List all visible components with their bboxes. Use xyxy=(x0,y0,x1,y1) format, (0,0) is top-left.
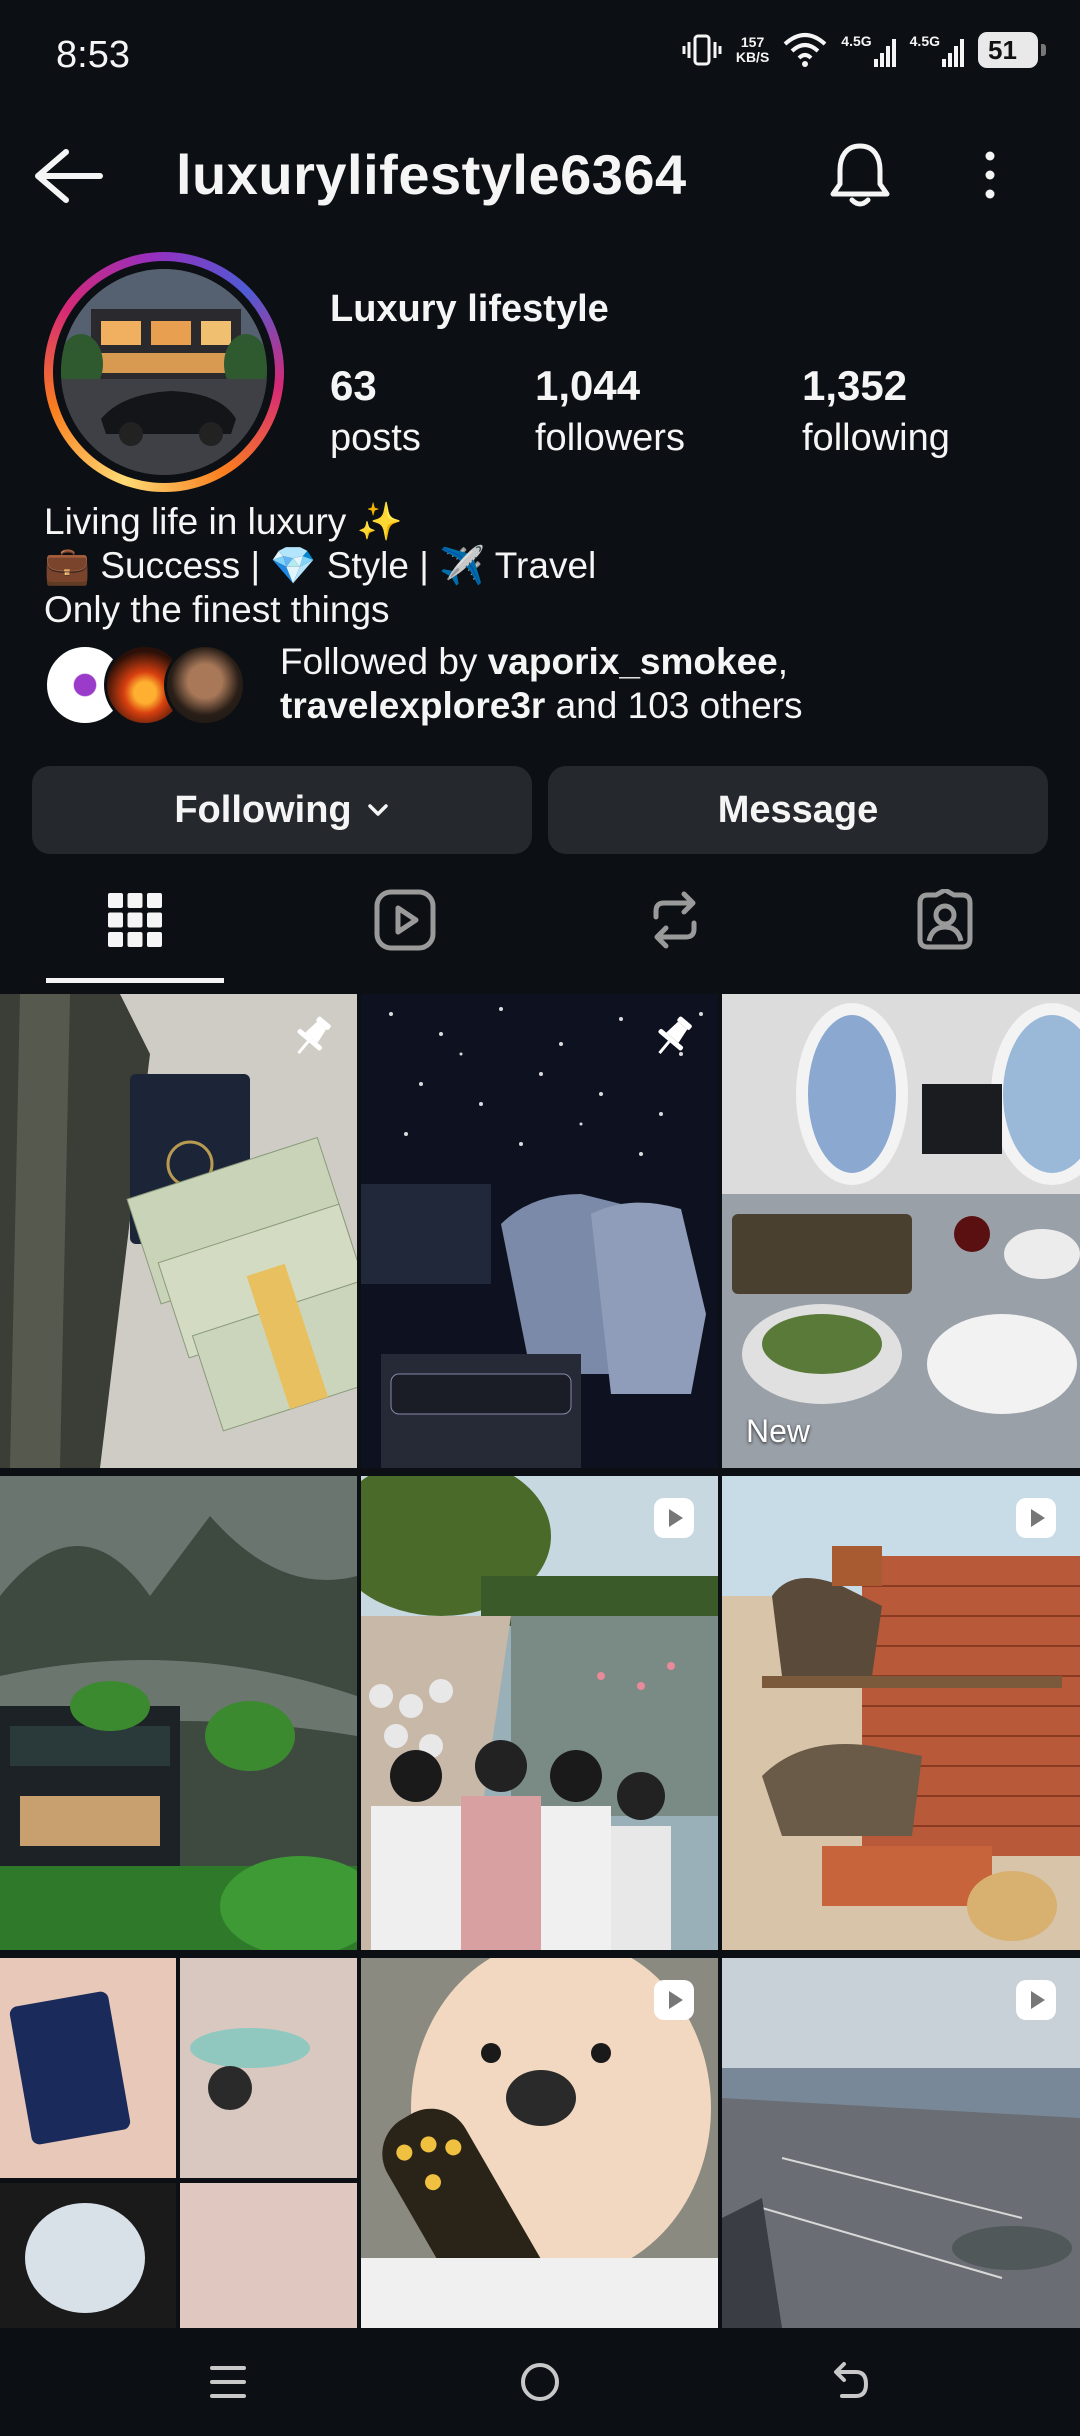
pin-icon xyxy=(658,1016,692,1055)
posts-label: posts xyxy=(330,417,421,459)
message-button[interactable]: Message xyxy=(548,766,1048,854)
post-thumbnail[interactable] xyxy=(361,994,718,1468)
status-time: 8:53 xyxy=(56,34,130,76)
bio-line: 💼 Success | 💎 Style | ✈️ Travel xyxy=(44,545,597,586)
followed-by-text[interactable]: Followed by vaporix_smokee, travelexplor… xyxy=(280,640,802,728)
bell-icon[interactable] xyxy=(828,140,892,210)
reel-play-icon xyxy=(1016,1498,1056,1538)
wifi-icon xyxy=(783,33,827,67)
reels-icon xyxy=(374,889,436,951)
mutual-user-link[interactable]: vaporix_smokee xyxy=(488,641,778,682)
active-tab-indicator xyxy=(46,978,224,983)
following-count: 1,352 xyxy=(802,362,908,409)
post-thumbnail[interactable] xyxy=(722,1476,1080,1950)
system-nav-bar xyxy=(0,2328,1080,2436)
message-button-label: Message xyxy=(717,788,879,831)
tagged-person-icon xyxy=(917,889,973,950)
posts-count: 63 xyxy=(330,362,377,409)
mutual-user-link[interactable]: travelexplore3r xyxy=(280,685,545,726)
signal-bars-icon xyxy=(942,38,964,67)
followers-label: followers xyxy=(535,417,685,459)
display-name: Luxury lifestyle xyxy=(330,288,609,330)
reel-play-icon xyxy=(654,1498,694,1538)
tab-tagged[interactable] xyxy=(885,880,1005,960)
followers-count: 1,044 xyxy=(535,362,641,409)
tab-reposts[interactable] xyxy=(615,880,735,960)
reel-play-icon xyxy=(1016,1980,1056,2020)
following-button[interactable]: Following xyxy=(32,766,532,854)
post-thumbnail[interactable]: New xyxy=(722,994,1080,1468)
bio-line: Living life in luxury ✨ xyxy=(44,501,403,542)
post-thumbnail[interactable] xyxy=(0,1958,357,2328)
recents-icon[interactable] xyxy=(208,2362,248,2402)
net-speed: 157 KB/S xyxy=(735,34,770,65)
profile-avatar[interactable] xyxy=(44,252,284,492)
more-options-icon[interactable] xyxy=(975,150,1005,200)
back-arrow-icon[interactable] xyxy=(32,148,104,204)
tab-posts-grid[interactable] xyxy=(75,880,195,960)
profile-bio: Living life in luxury ✨ 💼 Success | 💎 St… xyxy=(44,500,596,632)
following-stat[interactable]: 1,352 following xyxy=(802,360,950,464)
status-icons: 157 KB/S 4.5G 4.5G 51 xyxy=(682,30,1046,70)
posts-stat[interactable]: 63 posts xyxy=(330,360,421,464)
tab-reels[interactable] xyxy=(345,880,465,960)
following-label: following xyxy=(802,417,950,459)
bio-line: Only the finest things xyxy=(44,589,390,630)
back-nav-icon[interactable] xyxy=(830,2360,870,2404)
grid-icon xyxy=(108,893,162,947)
signal-bars-icon xyxy=(873,38,896,67)
mutual-follower-avatars[interactable] xyxy=(44,644,246,726)
post-thumbnail[interactable] xyxy=(0,994,357,1468)
battery-icon: 51 xyxy=(978,32,1046,68)
signal-1: 4.5G xyxy=(841,33,896,67)
followers-stat[interactable]: 1,044 followers xyxy=(535,360,685,464)
chevron-down-icon xyxy=(367,804,388,816)
following-button-label: Following xyxy=(174,788,352,831)
post-thumbnail[interactable] xyxy=(361,1958,718,2328)
post-thumbnail[interactable] xyxy=(0,1476,357,1950)
profile-username: luxurylifestyle6364 xyxy=(176,143,687,206)
signal-2: 4.5G xyxy=(910,33,964,67)
repost-icon xyxy=(653,891,697,949)
reel-play-icon xyxy=(654,1980,694,2020)
post-thumbnail[interactable] xyxy=(722,1958,1080,2328)
home-icon[interactable] xyxy=(518,2360,562,2404)
new-post-label: New xyxy=(746,1413,811,1449)
vibrate-icon xyxy=(682,34,722,66)
pin-icon xyxy=(297,1016,331,1055)
avatar xyxy=(164,644,246,726)
post-thumbnail[interactable] xyxy=(361,1476,718,1950)
